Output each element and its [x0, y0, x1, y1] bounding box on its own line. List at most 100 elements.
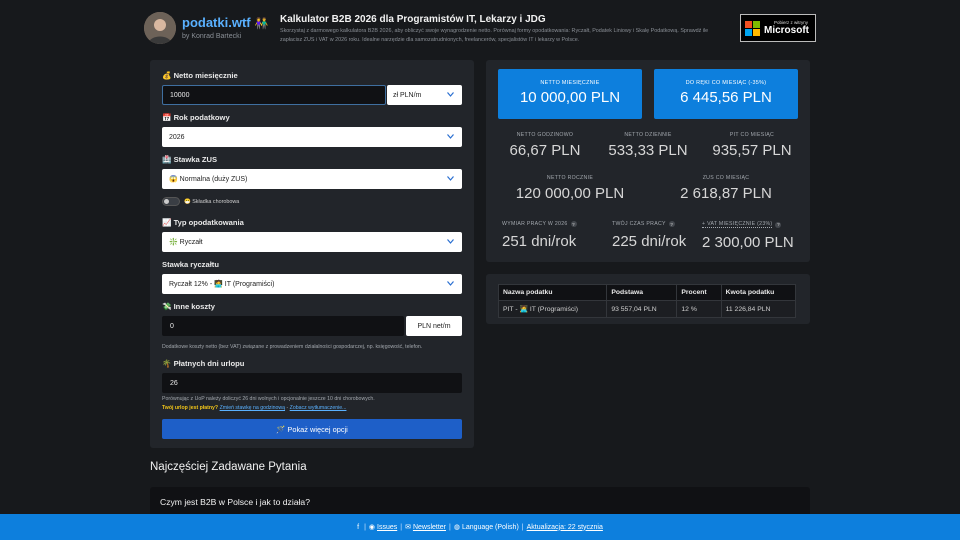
avatar[interactable] [144, 12, 176, 44]
costs-note: Dodatkowe koszty netto (bez VAT) związan… [162, 344, 423, 350]
zus-select[interactable]: 😱 Normalna (duży ZUS) [162, 169, 462, 189]
worktime-value: 225 dni/rok [612, 233, 687, 250]
page-title: Kalkulator B2B 2026 dla Programistów IT,… [280, 14, 546, 25]
vacation-note: Porównując z UoP należy doliczyć 26 dni … [162, 396, 375, 402]
results-summary: NETTO MIESIĘCZNIE 10 000,00 PLN DO RĘKI … [486, 60, 810, 262]
sickness-toggle[interactable] [162, 197, 180, 206]
worktime-caption: TWÓJ CZAS PRACY [612, 221, 666, 227]
costs-value: 0 [170, 322, 174, 330]
hourly-caption: NETTO GODZINOWO [516, 132, 574, 138]
hourly-stat: NETTO GODZINOWO 66,67 PLN [498, 132, 592, 159]
vat-value: 2 300,00 PLN [702, 234, 794, 251]
ms-badge-text: Microsoft [764, 25, 809, 36]
language-link[interactable]: Language (Polish) [462, 524, 519, 531]
hourly-rate-link[interactable]: Zmień stawkę na godzinową [220, 405, 285, 411]
tax-table: Nazwa podatku Podstawa Procent Kwota pod… [497, 284, 797, 318]
table-row: PIT - 🧑‍💻 IT (Programiści) 93 557,04 PLN… [497, 300, 797, 318]
costs-unit-button[interactable]: PLN net/m [406, 316, 462, 336]
tax-type-select[interactable]: ❇️ Ryczałt [162, 232, 462, 252]
chevron-down-icon [447, 281, 454, 286]
rate-select[interactable]: Ryczałt 12% - 🧑‍💻 IT (Programiści) [162, 274, 462, 294]
zus-monthly-caption: ZUS CO MIESIĄC [702, 175, 750, 181]
zus-label: 🏥 Stawka ZUS [162, 155, 218, 164]
netto-value: 10000 [170, 91, 190, 99]
hourly-value: 66,67 PLN [509, 142, 581, 159]
table-header-row: Nazwa podatku Podstawa Procent Kwota pod… [497, 284, 797, 301]
zus-monthly-value: 2 618,87 PLN [680, 185, 772, 202]
year-label: 📅 Rok podatkowy [162, 113, 230, 122]
chevron-down-icon [447, 239, 454, 244]
take-home-card: DO RĘKI CO MIESIĄC (-35%) 6 445,56 PLN [654, 69, 798, 119]
microsoft-logo-icon [745, 20, 760, 36]
costs-unit-label: PLN net/m [417, 322, 451, 330]
update-link[interactable]: Aktualizacja: 22 stycznia [527, 524, 603, 531]
take-home-caption: DO RĘKI CO MIESIĄC (-35%) [685, 80, 767, 86]
table-header: Nazwa podatku [497, 284, 608, 301]
table-cell: 12 % [676, 300, 722, 318]
newsletter-link[interactable]: Newsletter [413, 524, 446, 531]
netto-unit-select[interactable]: zł PLN/m [387, 85, 462, 105]
microsoft-store-badge[interactable]: Pobierz z witryny Microsoft [740, 14, 816, 42]
rate-label: Stawka ryczałtu [162, 260, 219, 269]
zus-stat: ZUS CO MIESIĄC 2 618,87 PLN [654, 175, 798, 202]
facebook-icon[interactable]: f [357, 524, 359, 531]
tax-type-value: ❇️ Ryczałt [169, 239, 203, 246]
year-select[interactable]: 2026 [162, 127, 462, 147]
footer: f | ◉ Issues | ✉ Newsletter | ◍ Language… [0, 514, 960, 540]
help-icon[interactable]: ? [570, 221, 577, 227]
vacation-links: Twój urlop jest płatny? Zmień stawkę na … [162, 405, 346, 411]
explanation-link[interactable]: Zobacz wytłumaczenie... [290, 405, 347, 411]
yearly-value: 120 000,00 PLN [515, 185, 625, 202]
calculator-form: 💰 Netto miesięcznie 10000 zł PLN/m 📅 Rok… [150, 60, 474, 448]
pit-stat: PIT CO MIESIĄC 935,57 PLN [700, 132, 804, 159]
more-options-label: 🪄 Pokaż więcej opcji [276, 424, 348, 434]
workload-stat: WYMIAR PRACY W 2026? 251 dni/rok [502, 221, 577, 250]
zus-value: 😱 Normalna (duży ZUS) [169, 176, 248, 183]
author-byline: by Konrad Bartecki [182, 33, 242, 40]
brand-logo[interactable]: podatki.wtf 👫 [182, 15, 268, 30]
netto-label: 💰 Netto miesięcznie [162, 71, 238, 80]
pit-value: 935,57 PLN [712, 142, 792, 159]
faq-title: Najczęściej Zadawane Pytania [150, 461, 307, 473]
help-icon[interactable]: ? [668, 221, 675, 227]
sickness-toggle-label: 😷 Składka chorobowa [184, 199, 240, 205]
vacation-input[interactable]: 26 [162, 373, 462, 393]
daily-stat: NETTO DZIENNIE 533,33 PLN [600, 132, 696, 159]
vat-caption[interactable]: + VAT MIESIĘCZNIE (23%) [702, 221, 773, 228]
brand-emoji: 👫 [254, 18, 269, 30]
page-header: podatki.wtf 👫 by Konrad Bartecki Kalkulat… [0, 0, 960, 57]
chevron-down-icon [447, 92, 454, 97]
year-value: 2026 [169, 133, 185, 141]
netto-unit-label: zł PLN/m [393, 91, 422, 99]
netto-input[interactable]: 10000 [162, 85, 386, 105]
table-header: Procent [676, 284, 722, 301]
tax-table-panel: Nazwa podatku Podstawa Procent Kwota pod… [486, 274, 810, 324]
workload-value: 251 dni/rok [502, 233, 577, 250]
more-options-button[interactable]: 🪄 Pokaż więcej opcji [162, 419, 462, 439]
netto-monthly-caption: NETTO MIESIĘCZNIE [540, 80, 600, 86]
daily-value: 533,33 PLN [608, 142, 688, 159]
page-description: Skorzystaj z darmowego kalkulatora B2B 2… [280, 28, 709, 43]
vacation-value: 26 [170, 379, 178, 387]
costs-label: 💸 Inne koszty [162, 302, 215, 311]
costs-input[interactable]: 0 [162, 316, 404, 336]
table-cell: 11 226,84 PLN [720, 300, 797, 318]
brand-name[interactable]: podatki.wtf [182, 15, 251, 30]
vacation-label: 🌴 Płatnych dni urlopu [162, 359, 245, 368]
mail-icon: ✉ [405, 524, 411, 531]
table-header: Podstawa [606, 284, 678, 301]
faq-question-text: Czym jest B2B w Polsce i jak to działa? [160, 497, 310, 507]
chevron-down-icon [447, 176, 454, 181]
github-icon: ◉ [368, 524, 375, 531]
vacation-question: Twój urlop jest płatny? [162, 405, 219, 411]
help-icon[interactable]: ? [775, 221, 782, 228]
faq-question[interactable]: Czym jest B2B w Polsce i jak to działa? [150, 487, 810, 517]
issues-link[interactable]: Issues [377, 524, 397, 531]
table-header: Kwota podatku [720, 284, 797, 301]
yearly-caption: NETTO ROCZNIE [546, 175, 594, 181]
rate-value: Ryczałt 12% - 🧑‍💻 IT (Programiści) [169, 281, 275, 288]
netto-monthly-value: 10 000,00 PLN [519, 89, 621, 106]
worktime-stat: TWÓJ CZAS PRACY? 225 dni/rok [612, 221, 686, 250]
table-cell: 93 557,04 PLN [606, 300, 678, 318]
vat-stat: + VAT MIESIĘCZNIE (23%)? 2 300,00 PLN [702, 221, 794, 251]
